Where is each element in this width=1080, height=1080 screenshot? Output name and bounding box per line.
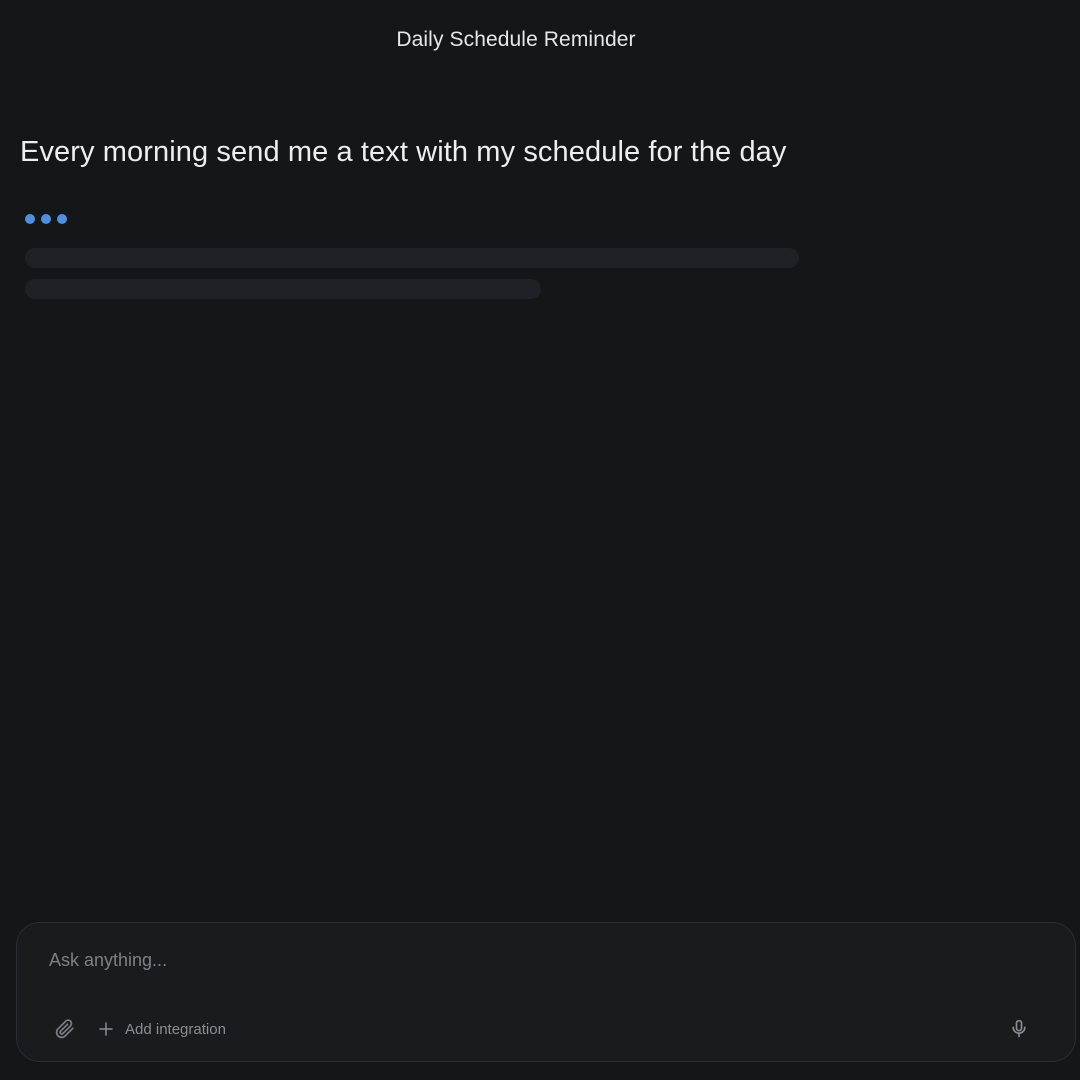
message-composer: Add integration — [16, 922, 1076, 1062]
typing-indicator — [25, 214, 67, 224]
plus-icon — [97, 1020, 115, 1038]
loading-skeleton-line — [25, 248, 799, 268]
page-title: Daily Schedule Reminder — [396, 28, 636, 51]
user-message: Every morning send me a text with my sch… — [20, 136, 787, 168]
typing-dot — [41, 214, 51, 224]
paperclip-icon — [55, 1019, 75, 1039]
attach-button[interactable] — [53, 1017, 77, 1041]
message-input[interactable] — [49, 947, 949, 973]
add-integration-label: Add integration — [125, 1020, 226, 1038]
add-integration-button[interactable]: Add integration — [97, 1017, 226, 1041]
microphone-icon — [1009, 1019, 1029, 1039]
chat-app: Daily Schedule Reminder Every morning se… — [0, 0, 1080, 1080]
loading-skeleton-line — [25, 279, 541, 299]
typing-dot — [25, 214, 35, 224]
microphone-button[interactable] — [1007, 1017, 1031, 1041]
typing-dot — [57, 214, 67, 224]
